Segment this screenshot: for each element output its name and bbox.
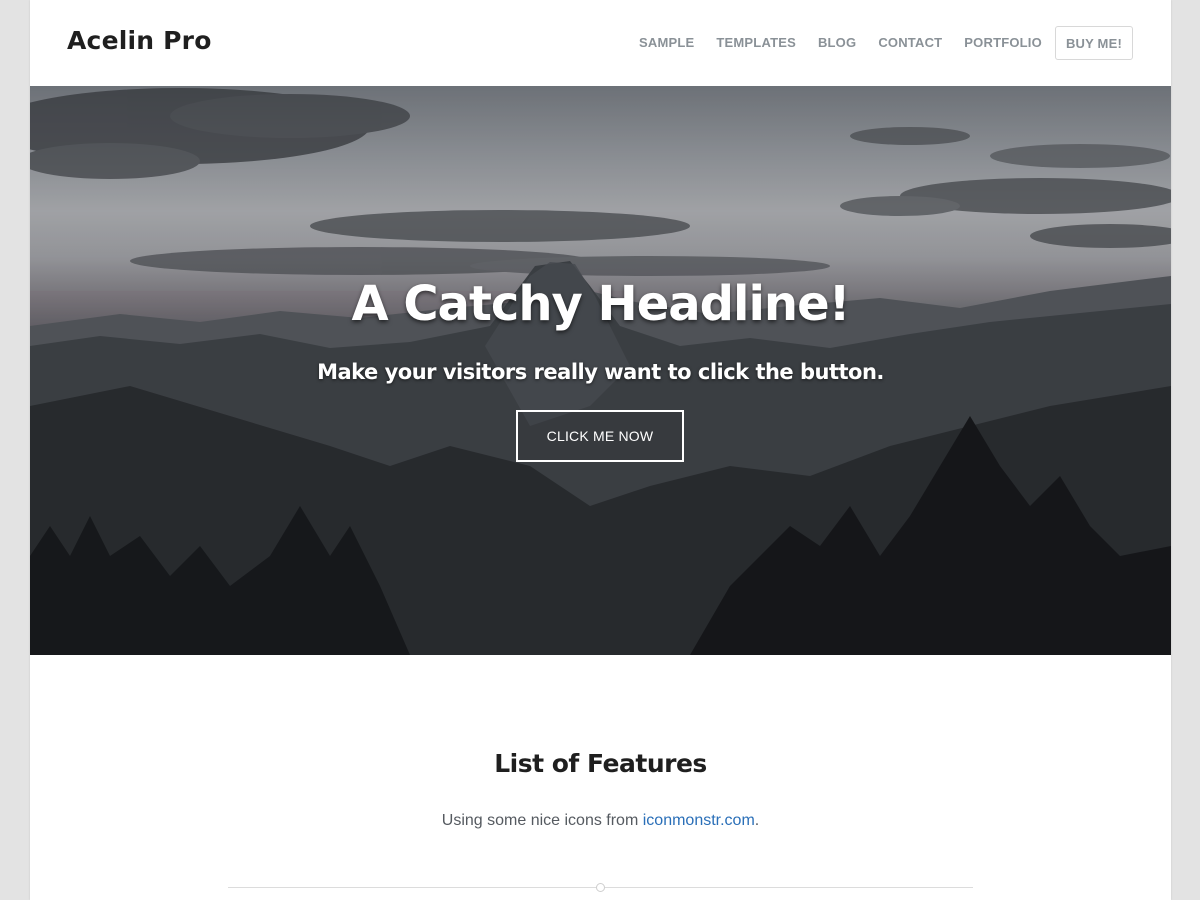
features-subtitle-suffix: . xyxy=(754,812,760,829)
site-header: Acelin Pro SAMPLE TEMPLATES BLOG CONTACT… xyxy=(30,0,1171,86)
features-title: List of Features xyxy=(494,749,707,778)
nav-item-contact[interactable]: CONTACT xyxy=(878,26,942,60)
features-subtitle: Using some nice icons from iconmonstr.co… xyxy=(30,812,1171,830)
hero-subheadline: Make your visitors really want to click … xyxy=(317,360,884,384)
nav-item-sample[interactable]: SAMPLE xyxy=(639,26,694,60)
page: Acelin Pro SAMPLE TEMPLATES BLOG CONTACT… xyxy=(30,0,1171,900)
iconmonstr-link[interactable]: iconmonstr.com xyxy=(643,812,755,829)
hero-headline: A Catchy Headline! xyxy=(351,276,850,332)
click-me-now-button[interactable]: CLICK ME NOW xyxy=(516,410,684,462)
hero-content: A Catchy Headline! Make your visitors re… xyxy=(30,86,1171,655)
divider-dot xyxy=(596,883,605,892)
site-title[interactable]: Acelin Pro xyxy=(67,26,212,55)
main-nav: SAMPLE TEMPLATES BLOG CONTACT PORTFOLIO … xyxy=(617,26,1133,60)
nav-item-blog[interactable]: BLOG xyxy=(818,26,856,60)
hero-section: A Catchy Headline! Make your visitors re… xyxy=(30,86,1171,655)
nav-item-templates[interactable]: TEMPLATES xyxy=(716,26,796,60)
features-subtitle-prefix: Using some nice icons from xyxy=(441,812,643,829)
buy-me-button[interactable]: BUY ME! xyxy=(1054,26,1133,60)
nav-item-portfolio[interactable]: PORTFOLIO xyxy=(964,26,1042,60)
